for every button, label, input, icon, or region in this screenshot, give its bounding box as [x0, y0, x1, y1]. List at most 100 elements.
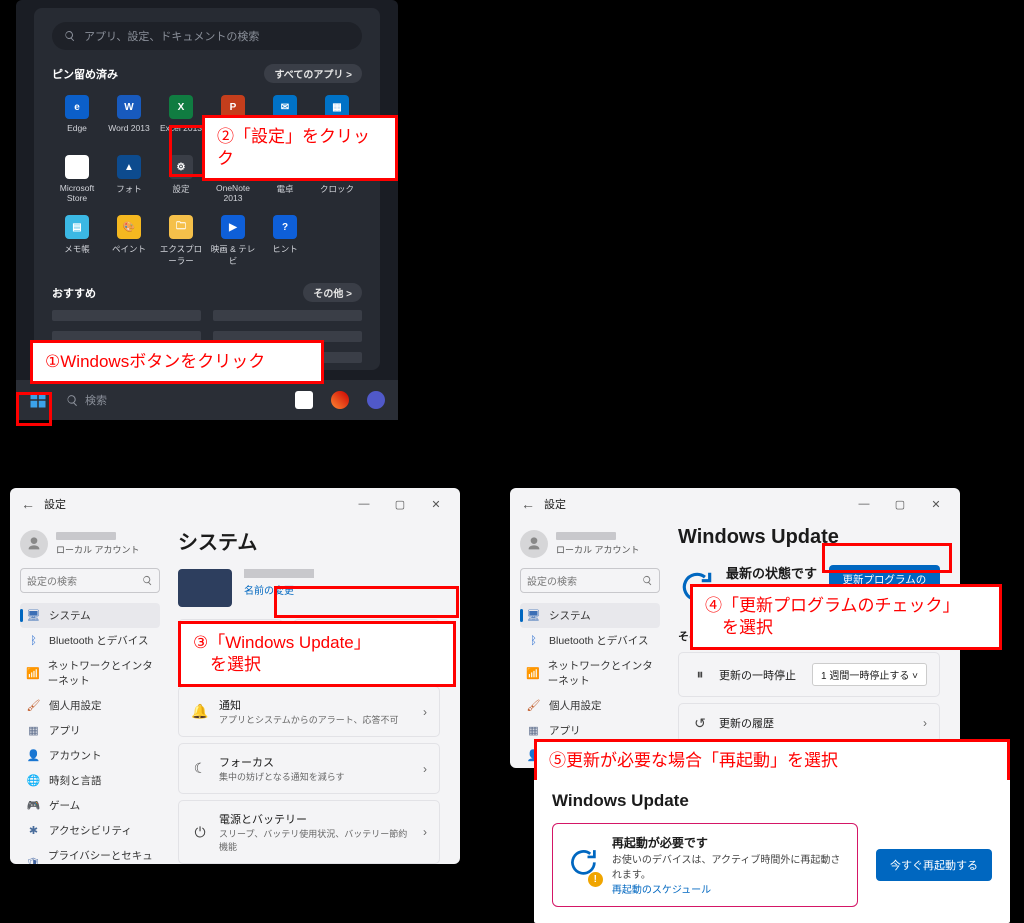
nav-icon: ▦: [526, 723, 541, 738]
nav-個人用設定[interactable]: 🖌 個人用設定: [20, 693, 160, 718]
taskbar-search[interactable]: 検索: [60, 386, 180, 414]
nav-label: アプリ: [549, 723, 581, 738]
minimize-button[interactable]: ―: [846, 498, 882, 511]
close-button[interactable]: ✕: [418, 498, 454, 511]
nav-Bluetooth とデバイス[interactable]: ᛒBluetooth とデバイス: [520, 628, 660, 653]
nav-label: 個人用設定: [549, 698, 602, 713]
update-history-item[interactable]: ↺ 更新の履歴 ›: [678, 703, 940, 743]
restart-title: 再起動が必要です: [612, 834, 843, 851]
close-button[interactable]: ✕: [918, 498, 954, 511]
nav-label: プライバシーとセキュリティ: [48, 848, 154, 864]
settings-search-placeholder: 設定の検索: [27, 573, 77, 588]
window-title: 設定: [544, 496, 566, 512]
restart-sub: お使いのデバイスは、アクティブ時間外に再起動されます。: [612, 851, 843, 881]
nav-icon: 🎮: [26, 798, 41, 813]
device-monitor-icon: [178, 569, 232, 607]
app-icon: ⊞: [65, 155, 89, 179]
nav-label: システム: [49, 608, 91, 623]
nav-label: ネットワークとインターネット: [548, 658, 654, 688]
system-item-フォーカス[interactable]: ☾フォーカス集中の妨げとなる通知を減らす›: [178, 743, 440, 794]
taskbar-app-3[interactable]: [362, 386, 390, 414]
nav-アカウント[interactable]: 👤アカウント: [20, 743, 160, 768]
all-apps-button[interactable]: すべてのアプリ >: [264, 64, 362, 83]
pause-updates-item[interactable]: ⏸ 更新の一時停止 1 週間一時停止する ˅: [678, 652, 940, 697]
nav-icon: 🌐: [26, 773, 41, 788]
nav-icon: ✱: [26, 823, 41, 838]
pinned-app-映画 & テレビ[interactable]: ▶ 映画 & テレビ: [208, 211, 258, 271]
search-icon: [642, 575, 653, 586]
user-block[interactable]: ローカル アカウント: [20, 530, 160, 558]
nav-時刻と言語[interactable]: 🌐時刻と言語: [20, 768, 160, 793]
nav-システム[interactable]: 🖥システム: [520, 603, 660, 628]
maximize-button[interactable]: ▢: [882, 498, 918, 511]
app-icon: X: [169, 95, 193, 119]
start-search-input[interactable]: アプリ、設定、ドキュメントの検索: [52, 22, 362, 50]
restart-now-button[interactable]: 今すぐ再起動する: [876, 849, 992, 881]
item-icon: ☾: [191, 760, 209, 778]
nav-label: ネットワークとインターネット: [48, 658, 154, 688]
taskbar-app-2[interactable]: [326, 386, 354, 414]
settings-sidebar: ローカル アカウント 設定の検索 🖥システムᛒBluetooth とデバイス📶ネ…: [10, 520, 170, 864]
nav-icon: ᛒ: [26, 633, 41, 648]
settings-search-input[interactable]: 設定の検索: [20, 568, 160, 593]
nav-icon: ▦: [26, 723, 41, 738]
nav-ネットワークとインターネット[interactable]: 📶 ネットワークとインターネット: [520, 653, 660, 693]
app-label: Word 2013: [108, 123, 149, 133]
system-item-通知[interactable]: 🔔通知アプリとシステムからのアラート、応答不可›: [178, 686, 440, 737]
nav-icon: 🖌: [26, 698, 41, 713]
history-icon: ↺: [691, 714, 709, 732]
settings-search-input[interactable]: 設定の検索: [520, 568, 660, 593]
pinned-app-ペイント[interactable]: 🎨ペイント: [104, 211, 154, 271]
callout-5: ⑤更新が必要な場合「再起動」を選択: [534, 739, 1010, 780]
nav-ゲーム[interactable]: 🎮ゲーム: [20, 793, 160, 818]
nav-label: 個人用設定: [49, 698, 102, 713]
minimize-button[interactable]: ―: [346, 498, 382, 511]
nav-個人用設定[interactable]: 🖌個人用設定: [520, 693, 660, 718]
nav-アクセシビリティ[interactable]: ✱ アクセシビリティ: [20, 818, 160, 843]
pinned-app-Microsoft Store[interactable]: ⊞Microsoft Store: [52, 151, 102, 207]
taskbar-app-1[interactable]: [290, 386, 318, 414]
item-sub: 集中の妨げとなる通知を減らす: [219, 770, 413, 783]
app-label: メモ帳: [64, 243, 90, 255]
pinned-app-フォト[interactable]: ▲フォト: [104, 151, 154, 207]
item-title: 電源とバッテリー: [219, 811, 413, 827]
maximize-button[interactable]: ▢: [382, 498, 418, 511]
pinned-header: ピン留め済み すべてのアプリ >: [52, 64, 362, 83]
app-icon: ▶: [221, 215, 245, 239]
nav-システム[interactable]: 🖥システム: [20, 603, 160, 628]
nav-label: アカウント: [49, 748, 102, 763]
pause-icon: ⏸: [691, 666, 709, 684]
system-item-電源とバッテリー[interactable]: ⏻電源とバッテリースリープ、バッテリ使用状況、バッテリー節約機能›: [178, 800, 440, 864]
nav-プライバシーとセキュリティ[interactable]: 🛡プライバシーとセキュリティ: [20, 843, 160, 864]
status-title: 最新の状態です: [726, 563, 819, 582]
nav-icon: 📶: [526, 666, 540, 681]
app-label: 映画 & テレビ: [208, 243, 258, 267]
settings-sidebar: ローカル アカウント 設定の検索 🖥システムᛒBluetooth とデバイス 📶 ネ…: [510, 520, 670, 768]
pinned-app-ヒント[interactable]: ?ヒント: [260, 211, 310, 271]
pinned-app-Word 2013[interactable]: WWord 2013: [104, 91, 154, 147]
app-icon: ▲: [117, 155, 141, 179]
pause-dropdown[interactable]: 1 週間一時停止する ˅: [812, 663, 927, 686]
pinned-app-メモ帳[interactable]: ▤ メモ帳: [52, 211, 102, 271]
pinned-app-エクスプローラー[interactable]: 🗀エクスプローラー: [156, 211, 206, 271]
app-icon: ?: [273, 215, 297, 239]
restart-schedule-link[interactable]: 再起動のスケジュール: [612, 881, 843, 896]
nav-アプリ[interactable]: ▦アプリ: [20, 718, 160, 743]
more-button[interactable]: その他 >: [303, 283, 362, 302]
user-block[interactable]: ローカル アカウント: [520, 530, 660, 558]
window-controls: ― ▢ ✕: [346, 498, 454, 511]
app-label: 電卓: [276, 183, 293, 195]
back-button[interactable]: ←: [516, 496, 540, 512]
app-icon: ▤: [65, 215, 89, 239]
nav-label: システム: [549, 608, 591, 623]
nav-Bluetooth とデバイス[interactable]: ᛒBluetooth とデバイス: [20, 628, 160, 653]
app-label: エクスプローラー: [156, 243, 206, 267]
back-button[interactable]: ←: [16, 496, 40, 512]
search-icon: [64, 30, 76, 42]
chevron-right-icon: ›: [923, 716, 927, 730]
nav-label: アクセシビリティ: [49, 823, 132, 838]
nav-label: Bluetooth とデバイス: [549, 633, 648, 648]
app-icon: e: [65, 95, 89, 119]
nav-ネットワークとインターネット[interactable]: 📶ネットワークとインターネット: [20, 653, 160, 693]
pinned-app-Edge[interactable]: eEdge: [52, 91, 102, 147]
